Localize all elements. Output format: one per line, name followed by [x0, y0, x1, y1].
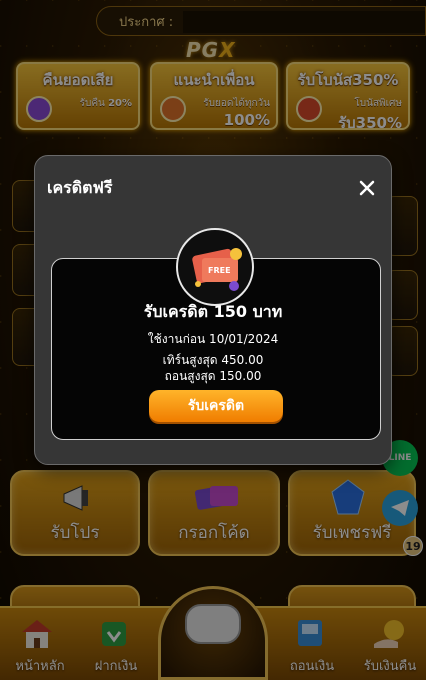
coupon-icon: FREE — [176, 228, 254, 306]
modal-title: เครดิตฟรี — [47, 178, 113, 197]
coupon-text: FREE — [208, 266, 231, 275]
credit-heading: รับเครดิต 150 บาท — [143, 302, 283, 321]
close-icon — [359, 180, 375, 196]
use-before-date: ใช้งานก่อน 10/01/2024 — [147, 332, 279, 346]
free-credit-modal: เครดิตฟรี FREE รับเครดิต 150 บาท ใช้งานก… — [34, 155, 392, 465]
max-withdraw: ถอนสูงสุด 150.00 — [164, 369, 262, 383]
app-root: ประกาศ : PGX คืนยอดเสีย รับคืน 20% แนะนำ… — [0, 0, 426, 680]
close-button[interactable] — [355, 176, 379, 200]
claim-credit-button[interactable]: รับเครดิต — [149, 390, 283, 422]
